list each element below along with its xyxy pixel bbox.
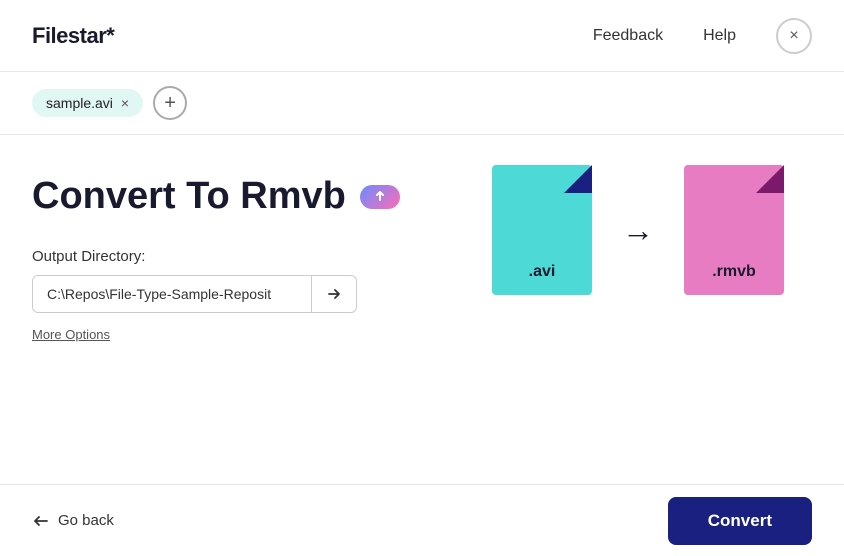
target-file-ext: .rmvb [712, 263, 756, 281]
avi-corner [564, 165, 592, 193]
convert-button[interactable]: Convert [668, 497, 812, 545]
close-icon: × [789, 27, 798, 45]
page-title-text: Convert To Rmvb [32, 175, 346, 218]
output-directory-input[interactable] [32, 275, 312, 313]
file-tag-close-button[interactable]: × [121, 96, 129, 110]
upload-icon [372, 189, 388, 205]
source-file-card: .avi [492, 165, 592, 295]
main-content: Convert To Rmvb Output Directory: More O… [0, 135, 844, 484]
conversion-illustration: .avi → .rmvb [492, 165, 784, 295]
title-badge [360, 185, 400, 209]
feedback-link[interactable]: Feedback [593, 27, 663, 45]
conversion-arrow-icon: → [622, 212, 654, 249]
file-tabs-bar: sample.avi × + [0, 72, 844, 135]
source-file-ext: .avi [529, 263, 556, 281]
app-logo: Filestar* [32, 23, 114, 49]
arrow-right-icon [326, 286, 342, 302]
target-file-card: .rmvb [684, 165, 784, 295]
add-file-button[interactable]: + [153, 86, 187, 120]
go-back-button[interactable]: Go back [32, 512, 114, 530]
footer: Go back Convert [0, 484, 844, 556]
output-browse-button[interactable] [312, 275, 357, 313]
header: Filestar* Feedback Help × [0, 0, 844, 72]
file-tag-label: sample.avi [46, 95, 113, 111]
more-options-link[interactable]: More Options [32, 327, 110, 342]
go-back-label: Go back [58, 512, 114, 529]
header-nav: Feedback Help × [593, 18, 812, 54]
close-button[interactable]: × [776, 18, 812, 54]
rmvb-corner [756, 165, 784, 193]
help-link[interactable]: Help [703, 27, 736, 45]
arrow-left-icon [32, 512, 50, 530]
plus-icon: + [164, 92, 176, 115]
file-tag: sample.avi × [32, 89, 143, 117]
